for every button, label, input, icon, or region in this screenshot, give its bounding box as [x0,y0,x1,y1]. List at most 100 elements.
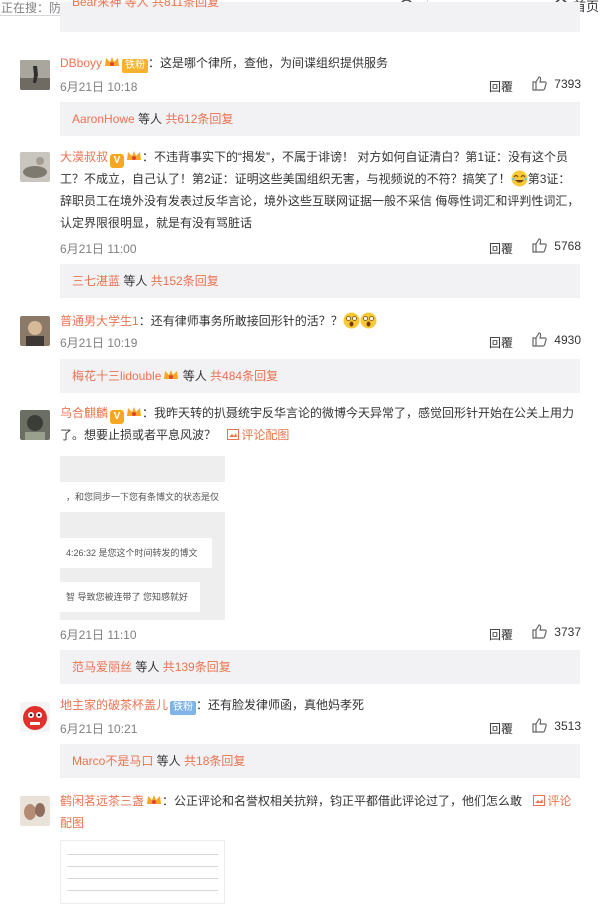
thumbs-up-icon [532,624,547,639]
comment-item: 乌合麒麟 V ：我昨天转的扒聂统宇反华言论的微博今天异常了，感觉回形针开始在公关上用… [0,402,600,686]
thumb-text-line [67,890,218,891]
reply-summary-user[interactable]: 梅花十三lidouble [72,369,161,383]
reply-summary-user[interactable]: AaronHowe [72,112,135,126]
reply-summary-mid: 等人 [153,754,185,768]
reply-summary-mid: 等人 [134,112,166,126]
avatar[interactable] [20,152,50,182]
comment-time: 6月21日 10:18 [60,80,138,94]
reply-button[interactable]: 回覆 [489,78,513,95]
avatar[interactable] [20,702,50,732]
avatar-image [20,152,50,182]
comment-text: DBboyy 铁粉 ：这是哪个律所，查他，为间谍组织提供服务 [60,52,580,74]
avatar[interactable] [20,410,50,440]
thumb-text-line: 智 导致您被连带了 您知感就好 [60,582,200,612]
thumb-text-line [67,866,218,867]
comment-username[interactable]: 普通男大学生1 [60,314,139,328]
reply-summary-mid: 等人 [120,274,151,288]
thumb-text-line: 4:26:32 是您这个时间转发的博文 [60,538,212,568]
reply-summary[interactable]: AaronHowe 等人 共612条回复 [60,102,580,136]
comment-meta: 6月21日 10:18 回覆 7393 [60,76,581,96]
reply-summary[interactable]: 三七湛蓝 等人 共152条回复 [60,264,580,298]
comment-image-thumbnail[interactable]: ，和您同步一下您有条博文的状态是仅 4:26:32 是您这个时间转发的博文 智 … [60,456,225,620]
comment-username[interactable]: 地主家的破茶杯盖儿 [60,698,168,712]
comment-item: 大漠叔叔 V ：不违背事实下的“揭发”，不属于诽谤！ 对方如何自证清白？第1证：没有… [0,146,600,298]
avatar-image [20,702,50,732]
like-count: 5768 [554,238,581,253]
comment-text: 普通男大学生1：还有律师事务所敢接回形针的活？？ [60,310,580,332]
comment-content: ：还有律师事务所敢接回形针的活？？ [138,314,343,328]
like-button[interactable]: 3513 [532,718,581,733]
comment-meta: 6月21日 11:00 回覆 5768 [60,238,581,258]
shocked-emoji-icon [360,312,377,329]
avatar-image [20,410,50,440]
comment-meta: 6月21日 11:10 回覆 3737 [60,624,581,644]
reply-summary-count[interactable]: 共612条回复 [165,112,233,126]
thumb-text-line [67,854,218,855]
comment-item: 地主家的破茶杯盖儿 铁粉 ：还有脸发律师函，真他妈孝死 6月21日 10:21 回覆… [0,696,600,782]
laughing-emoji-icon [511,170,528,187]
reply-button[interactable]: 回覆 [489,626,513,643]
like-count: 3737 [554,624,581,639]
image-icon [227,429,240,440]
reply-summary-user[interactable]: 范马爱丽丝 [72,660,132,674]
vip-crown-icon [127,407,142,416]
thumbs-up-icon [532,718,547,733]
comment-image-label: 评论配图 [241,428,290,442]
comment-item: 普通男大学生1：还有律师事务所敢接回形针的活？？ 6月21日 10:19 回覆 … [0,308,600,398]
comment-image-thumbnail[interactable] [60,840,225,904]
reply-summary-count[interactable]: 共484条回复 [210,369,278,383]
comment-time: 6月21日 10:19 [60,336,138,350]
comment-username[interactable]: 乌合麒麟 [60,406,108,420]
like-count: 4930 [554,332,581,347]
comment-item: DBboyy 铁粉 ：这是哪个律所，查他，为间谍组织提供服务 6月21日 10:18… [0,48,600,143]
avatar-image [20,316,50,346]
reply-summary-mid: 等人 [132,660,163,674]
like-button[interactable]: 7393 [532,76,581,91]
reply-summary-count[interactable]: 共152条回复 [151,274,219,288]
comment-time: 6月21日 11:00 [60,242,137,256]
comment-item: 鹤闲茗远茶三盏 ：公正评论和名誉权相关抗辩，钧正平都借此评论过了，他们怎么敢 评论… [0,790,600,904]
vip-crown-icon [164,370,179,379]
reply-summary[interactable]: 梅花十三lidouble 等人 共484条回复 [60,359,580,393]
reply-summary[interactable]: 范马爱丽丝 等人 共139条回复 [60,650,580,684]
partial-reply-text: Bear来神 等人 共811条回复 [72,0,220,9]
avatar-image [20,60,50,90]
comment-content: ：公正评论和名誉权相关抗辩，钧正平都借此评论过了，他们怎么敢 [162,794,523,808]
reply-summary-count[interactable]: 共139条回复 [163,660,231,674]
image-icon [533,795,546,806]
comment-meta: 6月21日 10:19 回覆 4930 [60,332,581,352]
fan-badge: 铁粉 [170,701,197,715]
comment-text: 乌合麒麟 V ：我昨天转的扒聂统宇反华言论的微博今天异常了，感觉回形针开始在公关上用… [60,402,580,446]
vip-crown-icon [147,795,162,804]
comment-username[interactable]: DBboyy [60,56,102,70]
comment-text: 地主家的破茶杯盖儿 铁粉 ：还有脸发律师函，真他妈孝死 [60,694,580,716]
partial-reply-summary[interactable]: Bear来神 等人 共811条回复 [60,0,580,32]
reply-summary-user[interactable]: Marco不是马口 [72,754,153,768]
comment-time: 6月21日 10:21 [60,722,138,736]
reply-summary-count[interactable]: 共18条回复 [184,754,245,768]
comment-username[interactable]: 大漠叔叔 [60,150,108,164]
like-button[interactable]: 4930 [532,332,581,347]
like-button[interactable]: 3737 [532,624,581,639]
avatar[interactable] [20,316,50,346]
reply-summary-mid: 等人 [179,369,211,383]
comment-content: ：还有脸发律师函，真他妈孝死 [196,698,365,712]
reply-button[interactable]: 回覆 [489,720,513,737]
reply-summary[interactable]: Marco不是马口 等人 共18条回复 [60,744,580,778]
vip-crown-icon [127,151,142,160]
avatar[interactable] [20,60,50,90]
comment-meta: 6月21日 10:21 回覆 3513 [60,718,581,738]
comment-content: ：这是哪个律所，查他，为间谍组织提供服务 [148,56,389,70]
thumbs-up-icon [532,238,547,253]
thumbs-up-icon [532,332,547,347]
reply-button[interactable]: 回覆 [489,240,513,257]
comment-username[interactable]: 鹤闲茗远茶三盏 [60,794,144,808]
thumbs-up-icon [532,76,547,91]
reply-summary-user[interactable]: 三七湛蓝 [72,274,120,288]
avatar[interactable] [20,796,50,826]
like-button[interactable]: 5768 [532,238,581,253]
reply-button[interactable]: 回覆 [489,334,513,351]
comment-time: 6月21日 11:10 [60,628,137,642]
fan-badge: 铁粉 [122,59,149,73]
comment-image-link[interactable]: 评论配图 [219,428,289,442]
